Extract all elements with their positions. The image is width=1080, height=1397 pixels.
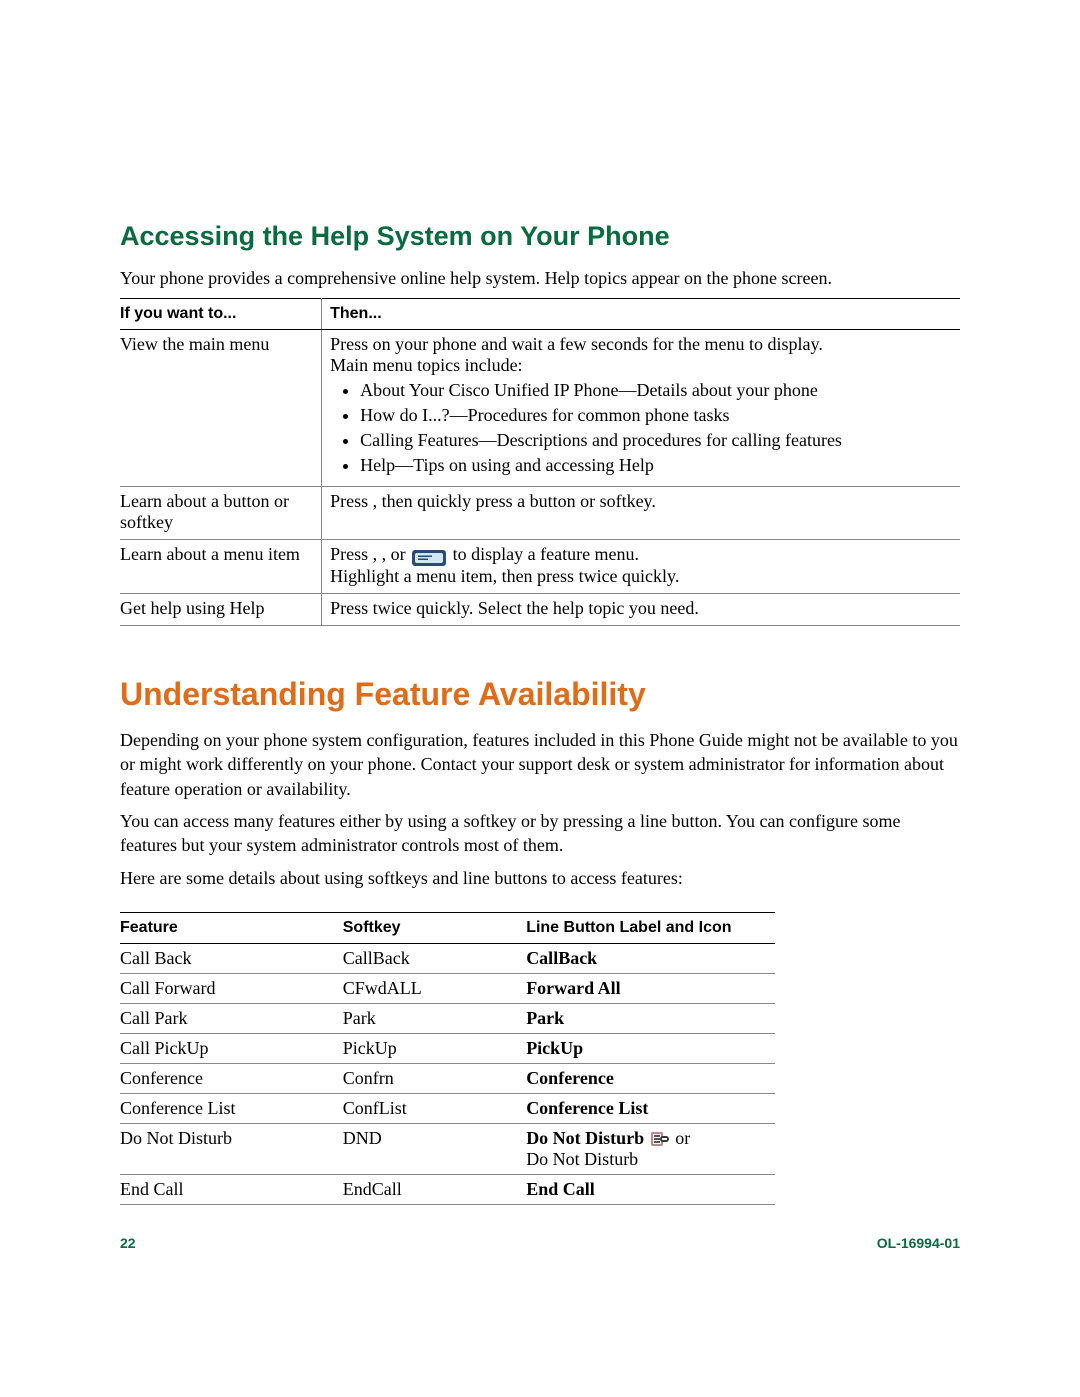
softkey-cell: ConfList [343, 1093, 526, 1123]
help-row-left: Learn about a button or softkey [120, 487, 322, 540]
availability-p3: Here are some details about using softke… [120, 866, 960, 890]
feature-col: Feature [120, 912, 343, 943]
help-row-right: Press , , or to display a feature me [322, 540, 960, 594]
availability-p2: You can access many features either by u… [120, 809, 960, 858]
line-button-cell: Conference [526, 1063, 775, 1093]
softkey-cell: CallBack [343, 943, 526, 973]
dnd-icon [651, 1132, 669, 1146]
help-row-right: Press , then quickly press a button or s… [322, 487, 960, 540]
softkey-col: Softkey [343, 912, 526, 943]
help-col-if: If you want to... [120, 299, 322, 330]
bullet-list: About Your Cisco Unified IP Phone—Detail… [360, 380, 952, 476]
table-row: Do Not DisturbDNDDo Not Disturb orDo Not… [120, 1123, 775, 1174]
table-row: Call ForwardCFwdALLForward All [120, 973, 775, 1003]
document-id: OL-16994-01 [877, 1235, 960, 1251]
line-button-cell: PickUp [526, 1033, 775, 1063]
table-row: View the main menu Press on your phone a… [120, 330, 960, 487]
softkey-cell: CFwdALL [343, 973, 526, 1003]
table-row: ConferenceConfrnConference [120, 1063, 775, 1093]
table-row: Call ParkParkPark [120, 1003, 775, 1033]
help-row-left: View the main menu [120, 330, 322, 487]
line-button-cell: Do Not Disturb orDo Not Disturb [526, 1123, 775, 1174]
text: Press [330, 598, 373, 618]
list-item: Help—Tips on using and accessing Help [360, 455, 952, 476]
text: Highlight a menu item, then press [330, 566, 578, 586]
feature-cell: Conference List [120, 1093, 343, 1123]
feature-cell: End Call [120, 1174, 343, 1204]
document-page: Accessing the Help System on Your Phone … [0, 0, 1080, 1291]
list-item: How do I...?—Procedures for common phone… [360, 405, 952, 426]
help-row-left: Get help using Help [120, 594, 322, 626]
table-row: End CallEndCallEnd Call [120, 1174, 775, 1204]
feature-cell: Do Not Disturb [120, 1123, 343, 1174]
text: to display a feature menu. [453, 544, 639, 564]
help-table: If you want to... Then... View the main … [120, 298, 960, 626]
text: Press [330, 544, 373, 564]
text: twice quickly. [579, 566, 680, 586]
availability-p1: Depending on your phone system configura… [120, 728, 960, 801]
text: Main menu topics include: [330, 355, 952, 376]
text: on your phone and wait a few seconds for… [373, 334, 823, 354]
softkey-cell: PickUp [343, 1033, 526, 1063]
softkey-cell: EndCall [343, 1174, 526, 1204]
line-col: Line Button Label and Icon [526, 912, 775, 943]
help-row-left: Learn about a menu item [120, 540, 322, 594]
softkey-cell: DND [343, 1123, 526, 1174]
page-footer: 22 OL-16994-01 [120, 1235, 960, 1251]
feature-cell: Conference [120, 1063, 343, 1093]
softkey-cell: Park [343, 1003, 526, 1033]
help-row-right: Press twice quickly. Select the help top… [322, 594, 960, 626]
table-row: Learn about a button or softkey Press , … [120, 487, 960, 540]
text: twice quickly. Select the help topic you… [373, 598, 699, 618]
line-button-cell: CallBack [526, 943, 775, 973]
text: , [373, 544, 382, 564]
text: , then quickly press a button or softkey… [373, 491, 656, 511]
menu-button-icon [412, 544, 446, 566]
text: Press [330, 491, 373, 511]
features-table: Feature Softkey Line Button Label and Ic… [120, 912, 775, 1205]
section-heading-availability: Understanding Feature Availability [120, 674, 960, 714]
section-heading-help: Accessing the Help System on Your Phone [120, 220, 960, 254]
text: , or [382, 544, 411, 564]
table-row: Call BackCallBackCallBack [120, 943, 775, 973]
table-row: Call PickUpPickUpPickUp [120, 1033, 775, 1063]
feature-cell: Call Park [120, 1003, 343, 1033]
help-row-right: Press on your phone and wait a few secon… [322, 330, 960, 487]
line-button-cell: Park [526, 1003, 775, 1033]
text: Press [330, 334, 373, 354]
feature-cell: Call PickUp [120, 1033, 343, 1063]
feature-cell: Call Back [120, 943, 343, 973]
feature-cell: Call Forward [120, 973, 343, 1003]
table-row: Get help using Help Press twice quickly.… [120, 594, 960, 626]
softkey-cell: Confrn [343, 1063, 526, 1093]
table-row: Conference ListConfListConference List [120, 1093, 775, 1123]
line-button-cell: Conference List [526, 1093, 775, 1123]
help-intro-paragraph: Your phone provides a comprehensive onli… [120, 266, 960, 290]
help-col-then: Then... [322, 299, 960, 330]
page-number: 22 [120, 1235, 136, 1251]
table-row: Learn about a menu item Press , , or [120, 540, 960, 594]
list-item: About Your Cisco Unified IP Phone—Detail… [360, 380, 952, 401]
line-button-cell: Forward All [526, 973, 775, 1003]
list-item: Calling Features—Descriptions and proced… [360, 430, 952, 451]
line-button-cell: End Call [526, 1174, 775, 1204]
